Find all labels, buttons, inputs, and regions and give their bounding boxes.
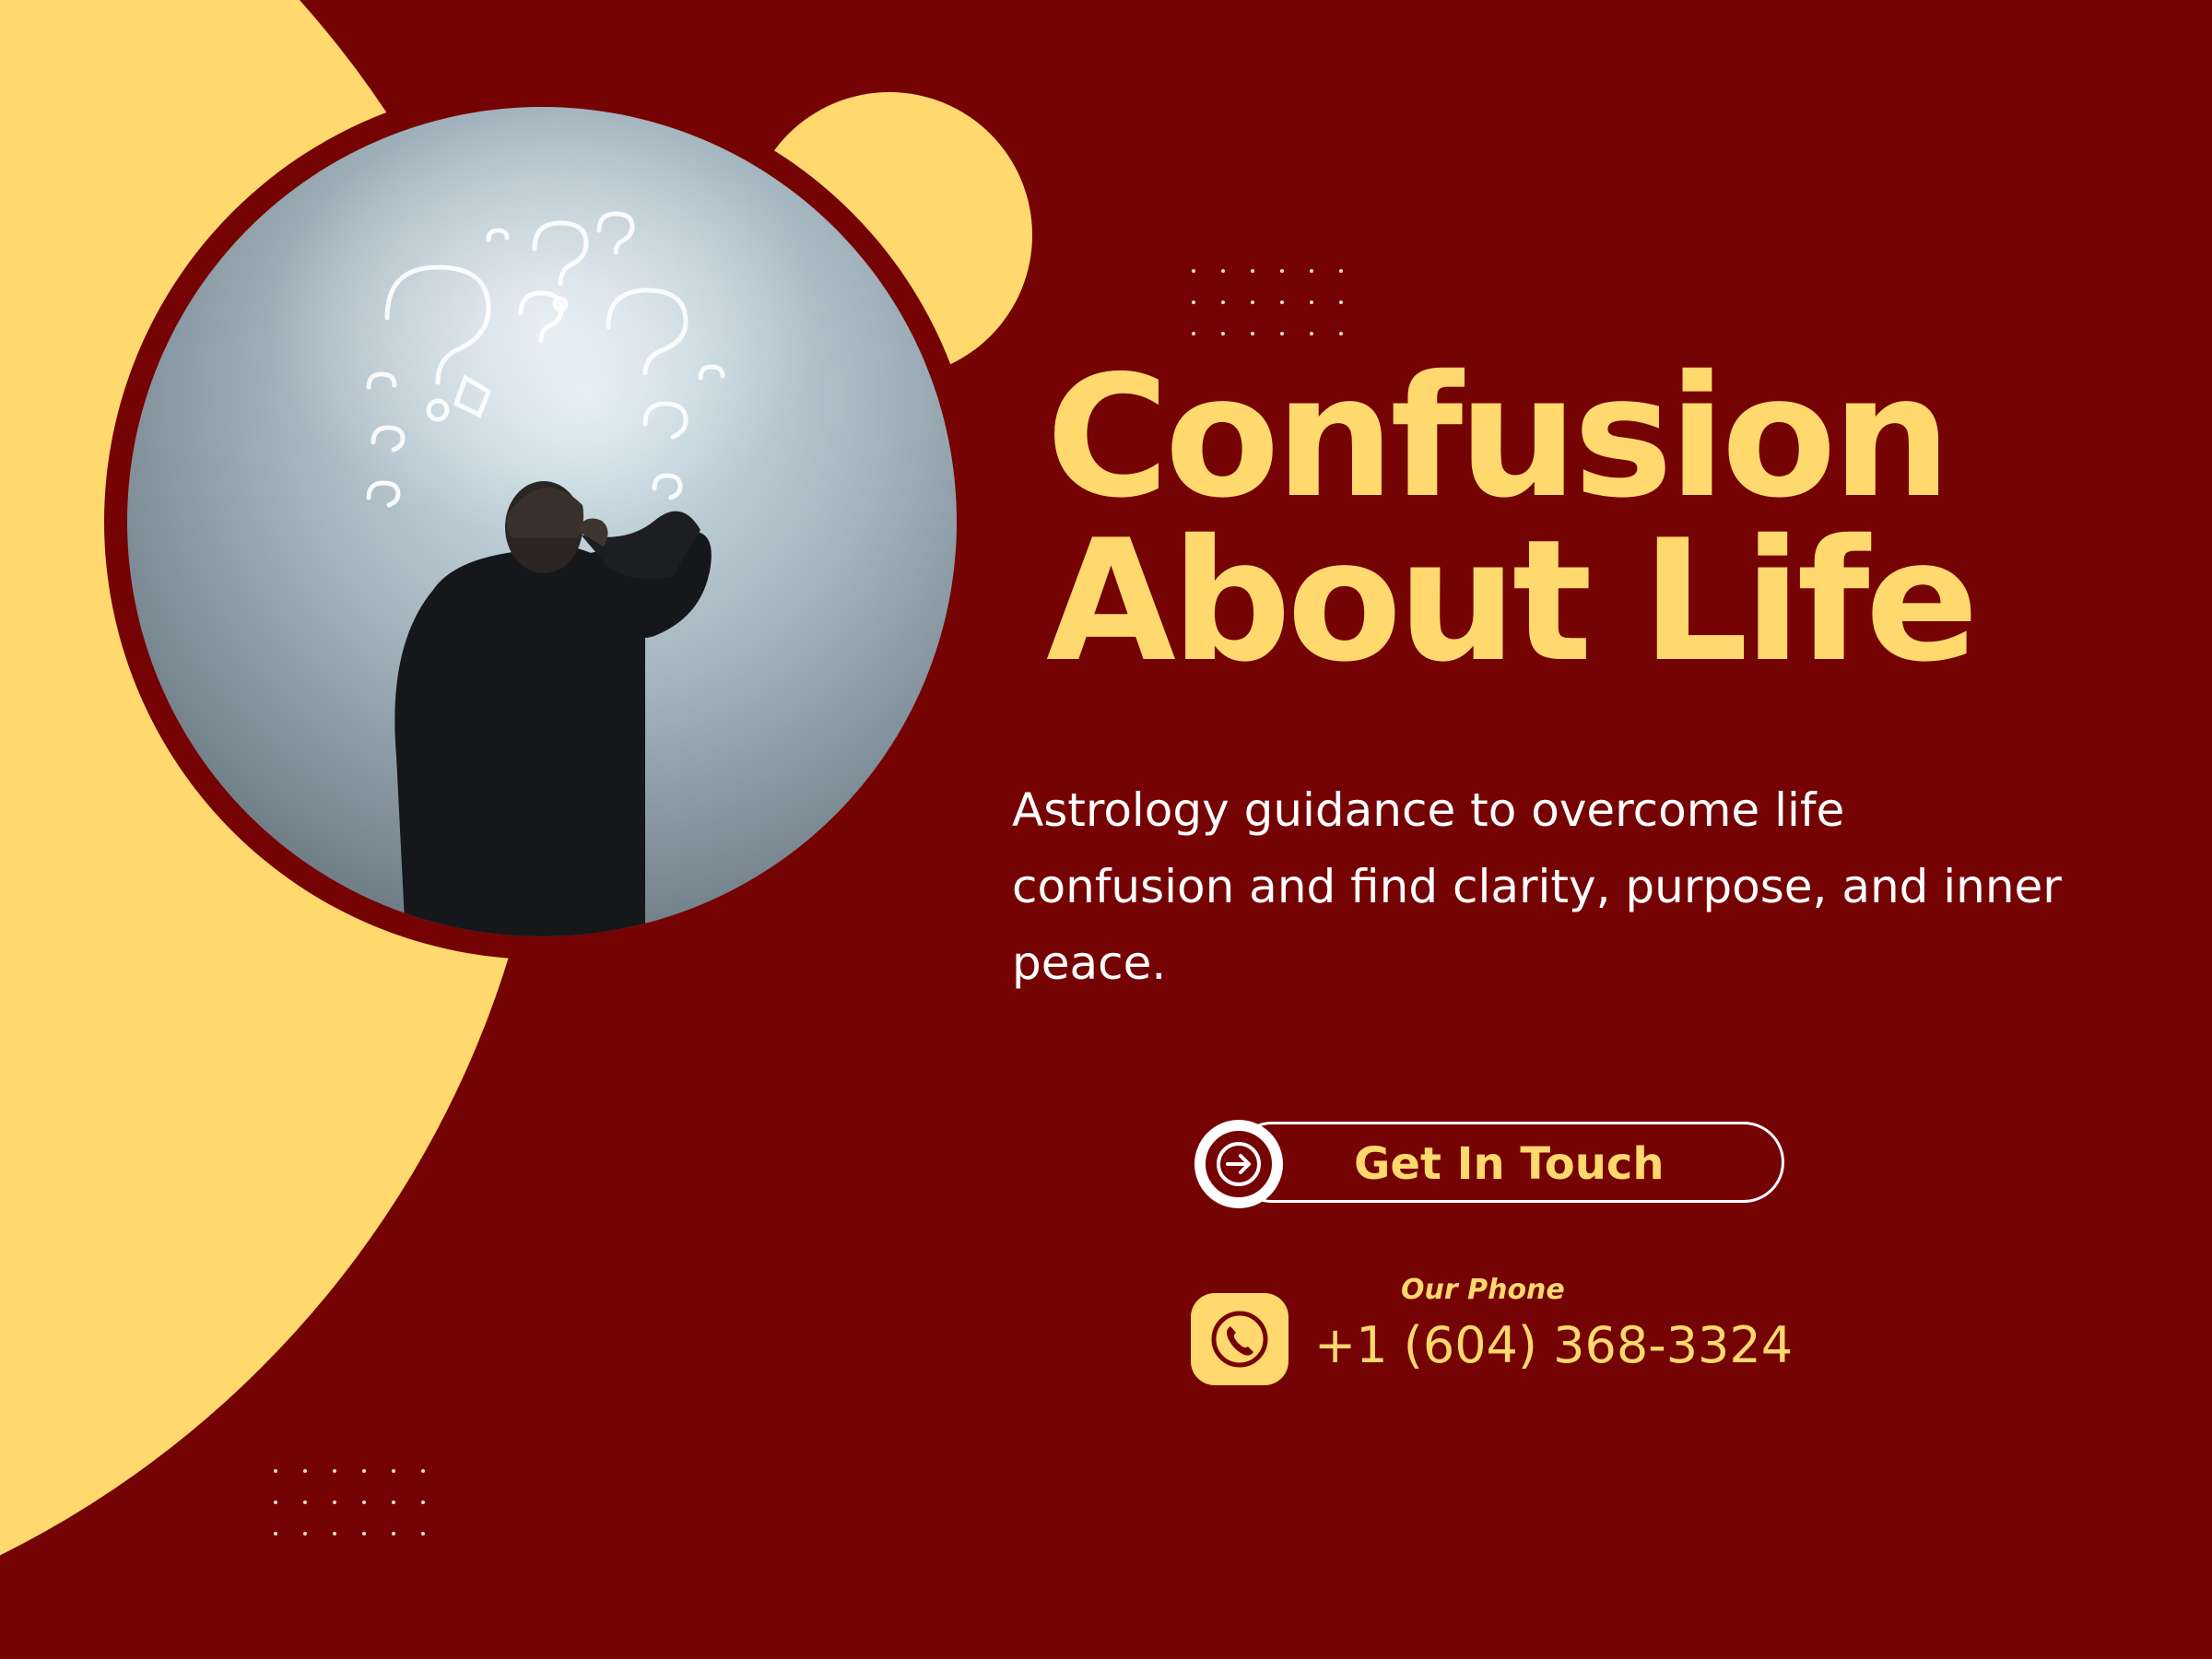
headline-line-2: About Life [1046,503,1979,699]
phone-caption: Our Phone [1401,1274,1565,1306]
phone-number-link[interactable]: +1 (604) 368-3324 [1314,1318,1793,1373]
page-title: Confusion About Life [1046,339,2152,699]
dot-grid-top [1192,269,1343,335]
headline-line-1: Confusion [1046,339,1951,535]
get-in-touch-label[interactable]: Get In Touch [1354,1120,1665,1208]
hero-description: Astrology guidance to overcome life conf… [1012,783,2062,990]
get-in-touch-button[interactable]: Get In Touch [1194,1120,1789,1208]
phone-icon[interactable] [1191,1293,1288,1385]
arrow-right-icon[interactable] [1194,1120,1283,1208]
dot-grid-bottom [274,1469,425,1535]
